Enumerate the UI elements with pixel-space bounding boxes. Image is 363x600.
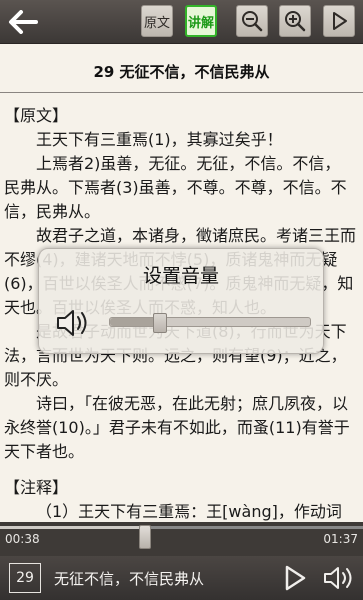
note-1: （1）王天下有三重焉：王[wàng]，作动词用，王天下即在天下做王的意思，也就 — [36, 502, 342, 521]
top-toolbar: 原文 讲解 — [0, 0, 363, 44]
chapter-heading: 29 无征不信，不信民弗从 — [93, 63, 270, 81]
volume-slider-thumb[interactable] — [153, 313, 167, 333]
section-original-heading: 【原文】 — [4, 106, 69, 125]
now-playing-title: 无征不信，不信民弗从 — [54, 570, 205, 588]
volume-button[interactable] — [322, 564, 356, 592]
bottom-player-bar: 29 无征不信，不信民弗从 — [0, 556, 363, 600]
seek-bar-thumb[interactable] — [139, 525, 152, 549]
paragraph-5: 诗曰，「在彼无恶，在此无射；庶几夙夜，以永终誉(10)。」君子未有不如此，而蚤(… — [4, 394, 350, 461]
play-icon — [333, 12, 347, 30]
explain-label: 讲解 — [187, 15, 214, 31]
volume-icon — [324, 567, 352, 589]
current-time: 00:38 — [5, 532, 40, 546]
explain-button[interactable]: 讲解 — [185, 5, 217, 37]
zoom-out-button[interactable] — [236, 5, 268, 37]
playback-progress-bar: 00:38 01:37 — [0, 522, 363, 556]
section-notes-heading: 【注释】 — [4, 478, 69, 497]
dialog-title: 设置音量 — [142, 265, 219, 287]
play-icon — [285, 565, 306, 591]
title-divider — [0, 92, 363, 93]
chapter-number: 29 — [16, 570, 34, 586]
speaker-icon — [55, 307, 91, 339]
volume-dialog: 设置音量 — [38, 248, 324, 354]
original-text-button[interactable]: 原文 — [141, 5, 173, 37]
chapter-number-button[interactable]: 29 — [9, 563, 41, 593]
back-button[interactable] — [6, 6, 40, 38]
zoom-in-button[interactable] — [279, 5, 311, 37]
play-top-button[interactable] — [323, 5, 355, 37]
volume-slider[interactable] — [109, 313, 311, 333]
play-button[interactable] — [282, 564, 308, 592]
seek-bar[interactable] — [0, 525, 363, 549]
back-arrow-icon — [9, 10, 38, 34]
original-text-label: 原文 — [143, 15, 170, 31]
paragraph-2: 上焉者2)虽善，无征。无征，不信。不信，民弗从。下焉者(3)虽善，不尊。不尊，不… — [4, 154, 347, 221]
reading-area[interactable]: 29 无征不信，不信民弗从 【原文】 王天下有三重焉(1)，其寡过矣乎！ 上焉者… — [0, 44, 363, 522]
paragraph-1: 王天下有三重焉(1)，其寡过矣乎！ — [36, 130, 283, 149]
seek-bar-fill — [0, 526, 146, 529]
total-time: 01:37 — [323, 532, 358, 546]
zoom-in-icon — [285, 11, 306, 32]
zoom-out-icon — [242, 11, 263, 32]
